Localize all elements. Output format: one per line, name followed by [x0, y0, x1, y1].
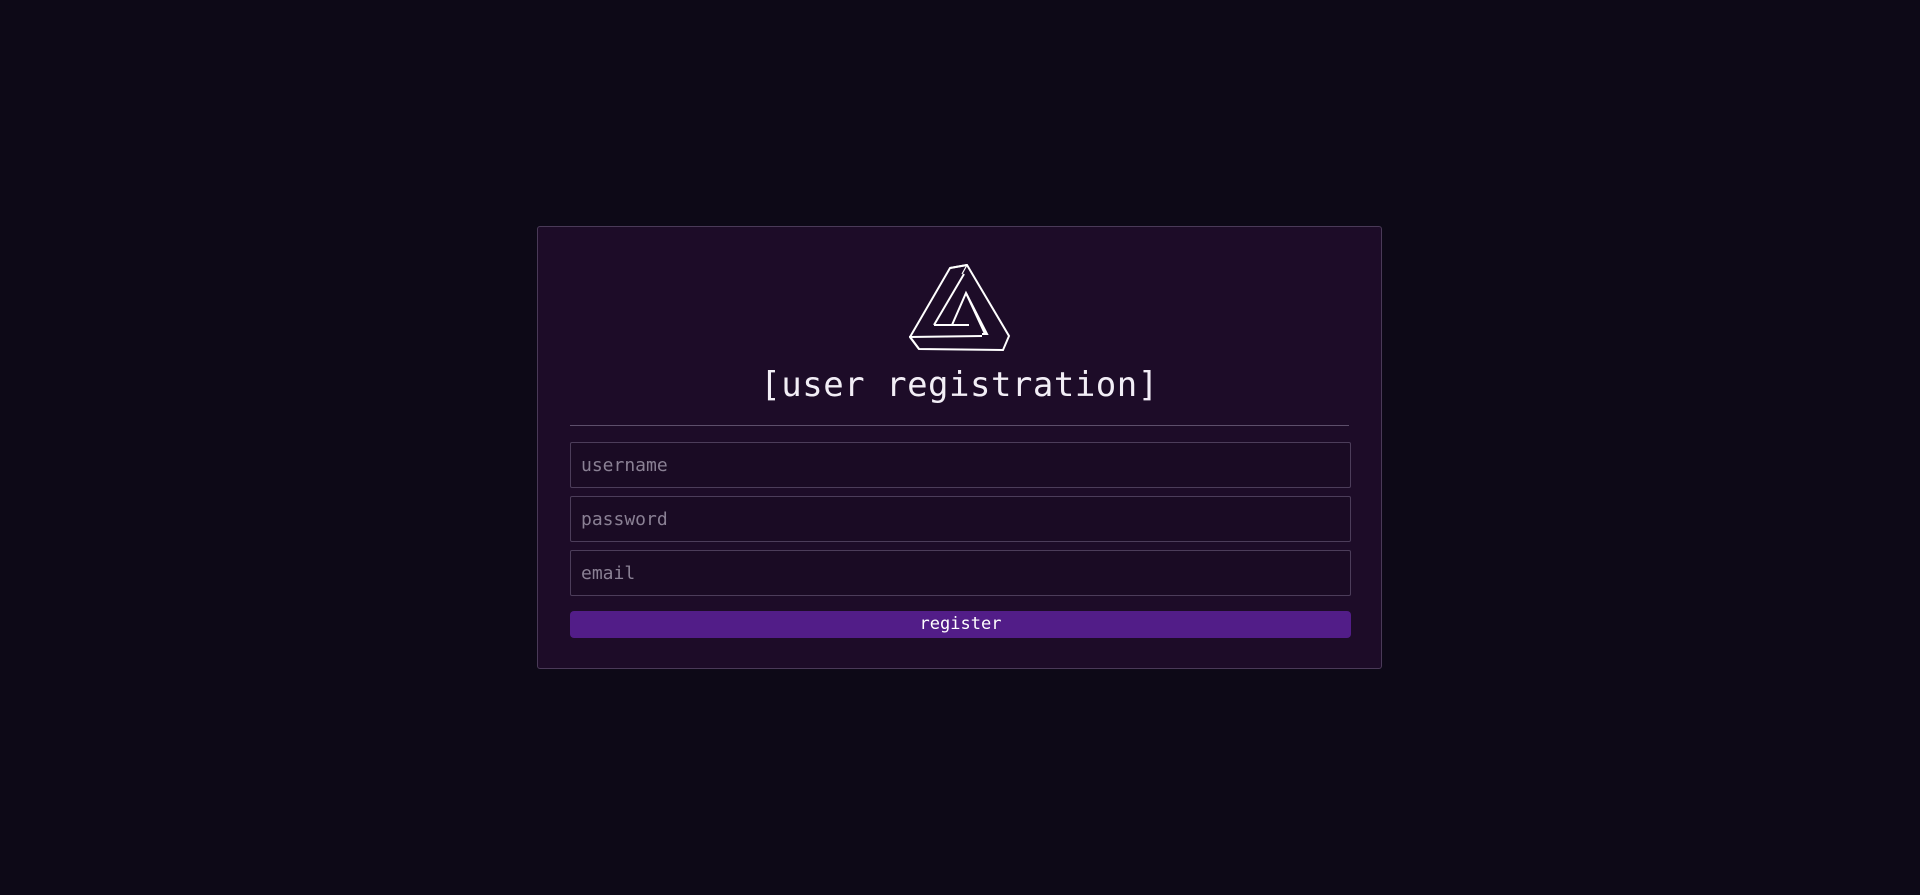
impossible-triangle-icon — [909, 264, 1011, 352]
username-input[interactable] — [570, 442, 1351, 488]
password-input[interactable] — [570, 496, 1351, 542]
register-button[interactable]: register — [570, 611, 1351, 638]
title-divider — [570, 425, 1349, 426]
page-title: [user registration] — [760, 365, 1159, 405]
email-input[interactable] — [570, 550, 1351, 596]
registration-card: [user registration] register — [537, 226, 1382, 669]
